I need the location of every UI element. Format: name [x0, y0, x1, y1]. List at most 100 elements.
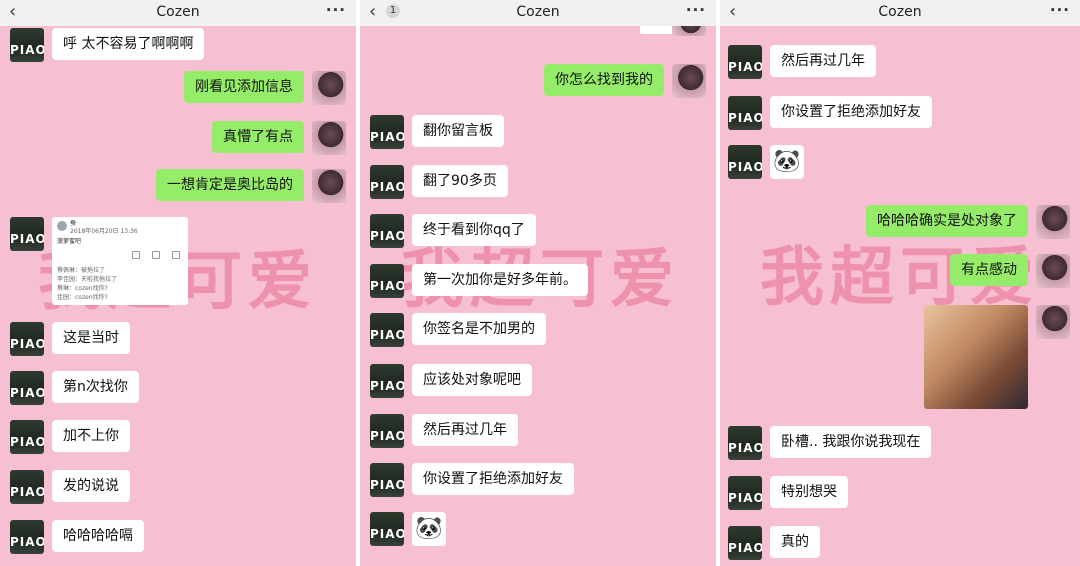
message-bubble[interactable]: 刚看见添加信息: [184, 71, 304, 103]
avatar-label: PIAO: [370, 328, 404, 342]
message-bubble[interactable]: 你签名是不加男的: [412, 313, 546, 345]
more-icon[interactable]: ···: [686, 1, 706, 19]
panda-sticker-icon[interactable]: 🐼: [770, 145, 804, 179]
message-bubble[interactable]: 你设置了拒绝添加好友: [412, 463, 574, 495]
message-row: PIAO 翻了90多页: [370, 165, 706, 199]
my-avatar[interactable]: [672, 64, 706, 98]
avatar-label: PIAO: [728, 60, 762, 74]
message-bubble[interactable]: 这是当时: [52, 322, 130, 354]
message-bubble[interactable]: 第一次加你是好多年前。: [412, 264, 588, 296]
message-row: PIAO 这是当时: [10, 322, 346, 356]
my-avatar[interactable]: [1036, 205, 1070, 239]
contact-avatar[interactable]: PIAO: [728, 96, 762, 130]
message-row: PIAO 然后再过几年: [728, 45, 1070, 79]
message-bubble[interactable]: 发的说说: [52, 470, 130, 502]
nav-bar: ‹ Cozen ···: [720, 0, 1080, 26]
my-avatar[interactable]: [1036, 254, 1070, 288]
contact-avatar[interactable]: PIAO: [370, 115, 404, 149]
contact-avatar[interactable]: PIAO: [728, 426, 762, 460]
message-bubble[interactable]: 然后再过几年: [770, 45, 876, 77]
panda-sticker-icon[interactable]: 🐼: [412, 512, 446, 546]
message-bubble[interactable]: 你怎么找到我的: [544, 64, 664, 96]
message-bubble[interactable]: 真的: [770, 526, 820, 558]
more-icon[interactable]: ···: [1050, 1, 1070, 19]
message-bubble[interactable]: 第n次找你: [52, 371, 139, 403]
message-row: PIAO 发的说说: [10, 470, 346, 504]
contact-avatar[interactable]: PIAO: [370, 512, 404, 546]
contact-avatar[interactable]: PIAO: [10, 420, 44, 454]
contact-avatar[interactable]: PIAO: [370, 364, 404, 398]
message-bubble[interactable]: 翻你留言板: [412, 115, 504, 147]
contact-avatar[interactable]: PIAO: [728, 145, 762, 179]
message-bubble[interactable]: 哈哈哈确实是处对象了: [866, 205, 1028, 237]
avatar-label: PIAO: [370, 478, 404, 492]
chat-title: Cozen: [156, 4, 200, 20]
share-icon[interactable]: [172, 251, 180, 259]
message-row: PIAO 卧槽.. 我跟你说我现在: [728, 426, 1070, 460]
message-bubble[interactable]: 呼 太不容易了啊啊啊: [52, 28, 205, 60]
message-row: PIAO 然后再过几年: [370, 414, 706, 448]
avatar-label: PIAO: [728, 111, 762, 125]
contact-avatar[interactable]: PIAO: [370, 414, 404, 448]
message-row: 一想肯定是奥比岛的: [10, 169, 346, 203]
like-icon[interactable]: [132, 251, 140, 259]
avatar-label: PIAO: [10, 535, 44, 549]
message-row: PIAO 你设置了拒绝添加好友: [370, 463, 706, 497]
chat-panel-3: 我超可爱 PIAO 然后再过几年 PIAO 你设置了拒绝添加好友 PIAO 🐼 …: [720, 0, 1080, 566]
chat-panel-2: 我超可爱 你怎么找到我的 PIAO 翻你留言板 PIAO 翻了90多页 PIAO…: [360, 0, 716, 566]
my-avatar[interactable]: [312, 71, 346, 105]
post-comment: 佳园：cozen找你?: [57, 294, 108, 301]
chat-title: Cozen: [878, 4, 922, 20]
contact-avatar[interactable]: PIAO: [10, 28, 44, 62]
my-avatar[interactable]: [312, 121, 346, 155]
avatar-label: PIAO: [370, 379, 404, 393]
comment-icon[interactable]: [152, 251, 160, 259]
message-bubble[interactable]: 有点感动: [950, 254, 1028, 286]
message-bubble[interactable]: 你设置了拒绝添加好友: [770, 96, 932, 128]
avatar-label: PIAO: [728, 441, 762, 455]
post-comment: 蔡佩琳：被拖拉了: [57, 267, 106, 274]
message-bubble[interactable]: 卧槽.. 我跟你说我现在: [770, 426, 932, 458]
contact-avatar[interactable]: PIAO: [10, 470, 44, 504]
contact-avatar[interactable]: PIAO: [10, 371, 44, 405]
message-row: 有点感动: [728, 254, 1070, 288]
message-row: PIAO 呼 太不容易了啊啊啊: [10, 28, 346, 62]
post-actions: [132, 251, 182, 259]
contact-avatar[interactable]: PIAO: [10, 520, 44, 554]
my-avatar[interactable]: [1036, 305, 1070, 339]
contact-avatar[interactable]: PIAO: [370, 463, 404, 497]
contact-avatar[interactable]: PIAO: [10, 217, 44, 251]
message-bubble[interactable]: 然后再过几年: [412, 414, 518, 446]
message-row: PIAO 加不上你: [10, 420, 346, 454]
avatar-label: PIAO: [370, 429, 404, 443]
message-bubble[interactable]: 加不上你: [52, 420, 130, 452]
contact-avatar[interactable]: PIAO: [728, 45, 762, 79]
contact-avatar[interactable]: PIAO: [370, 165, 404, 199]
contact-avatar[interactable]: PIAO: [728, 476, 762, 510]
message-row: PIAO 特别想哭: [728, 476, 1070, 510]
my-avatar[interactable]: [312, 169, 346, 203]
message-bubble[interactable]: 终于看到你qq了: [412, 214, 536, 246]
post-author-avatar: [57, 221, 67, 231]
message-bubble[interactable]: 应该处对象呢吧: [412, 364, 532, 396]
contact-avatar[interactable]: PIAO: [370, 313, 404, 347]
message-bubble[interactable]: 特别想哭: [770, 476, 848, 508]
more-icon[interactable]: ···: [326, 1, 346, 19]
shared-post-card[interactable]: 蚕 2018年06月20日 13:36 菠萝蜜吧 蔡佩琳：被拖拉了 李佳园：天啦…: [52, 217, 188, 305]
contact-avatar[interactable]: PIAO: [10, 322, 44, 356]
message-bubble[interactable]: 哈哈哈哈嗝: [52, 520, 144, 552]
message-bubble[interactable]: 真懵了有点: [212, 121, 304, 153]
message-row: PIAO 蚕 2018年06月20日 13:36 菠萝蜜吧 蔡佩琳：被拖拉了 李…: [10, 217, 346, 307]
avatar-label: PIAO: [10, 337, 44, 351]
message-row: PIAO 你设置了拒绝添加好友: [728, 96, 1070, 130]
message-row: PIAO 真的: [728, 526, 1070, 560]
avatar-label: PIAO: [728, 541, 762, 555]
message-bubble[interactable]: 翻了90多页: [412, 165, 508, 197]
contact-avatar[interactable]: PIAO: [370, 214, 404, 248]
contact-avatar[interactable]: PIAO: [728, 526, 762, 560]
crying-child-photo[interactable]: [924, 305, 1028, 409]
message-row: PIAO 终于看到你qq了: [370, 214, 706, 248]
contact-avatar[interactable]: PIAO: [370, 264, 404, 298]
chat-panel-1: 我超可爱 PIAO 呼 太不容易了啊啊啊 刚看见添加信息 真懵了有点 一想肯定是…: [0, 0, 356, 566]
message-bubble[interactable]: 一想肯定是奥比岛的: [156, 169, 304, 201]
